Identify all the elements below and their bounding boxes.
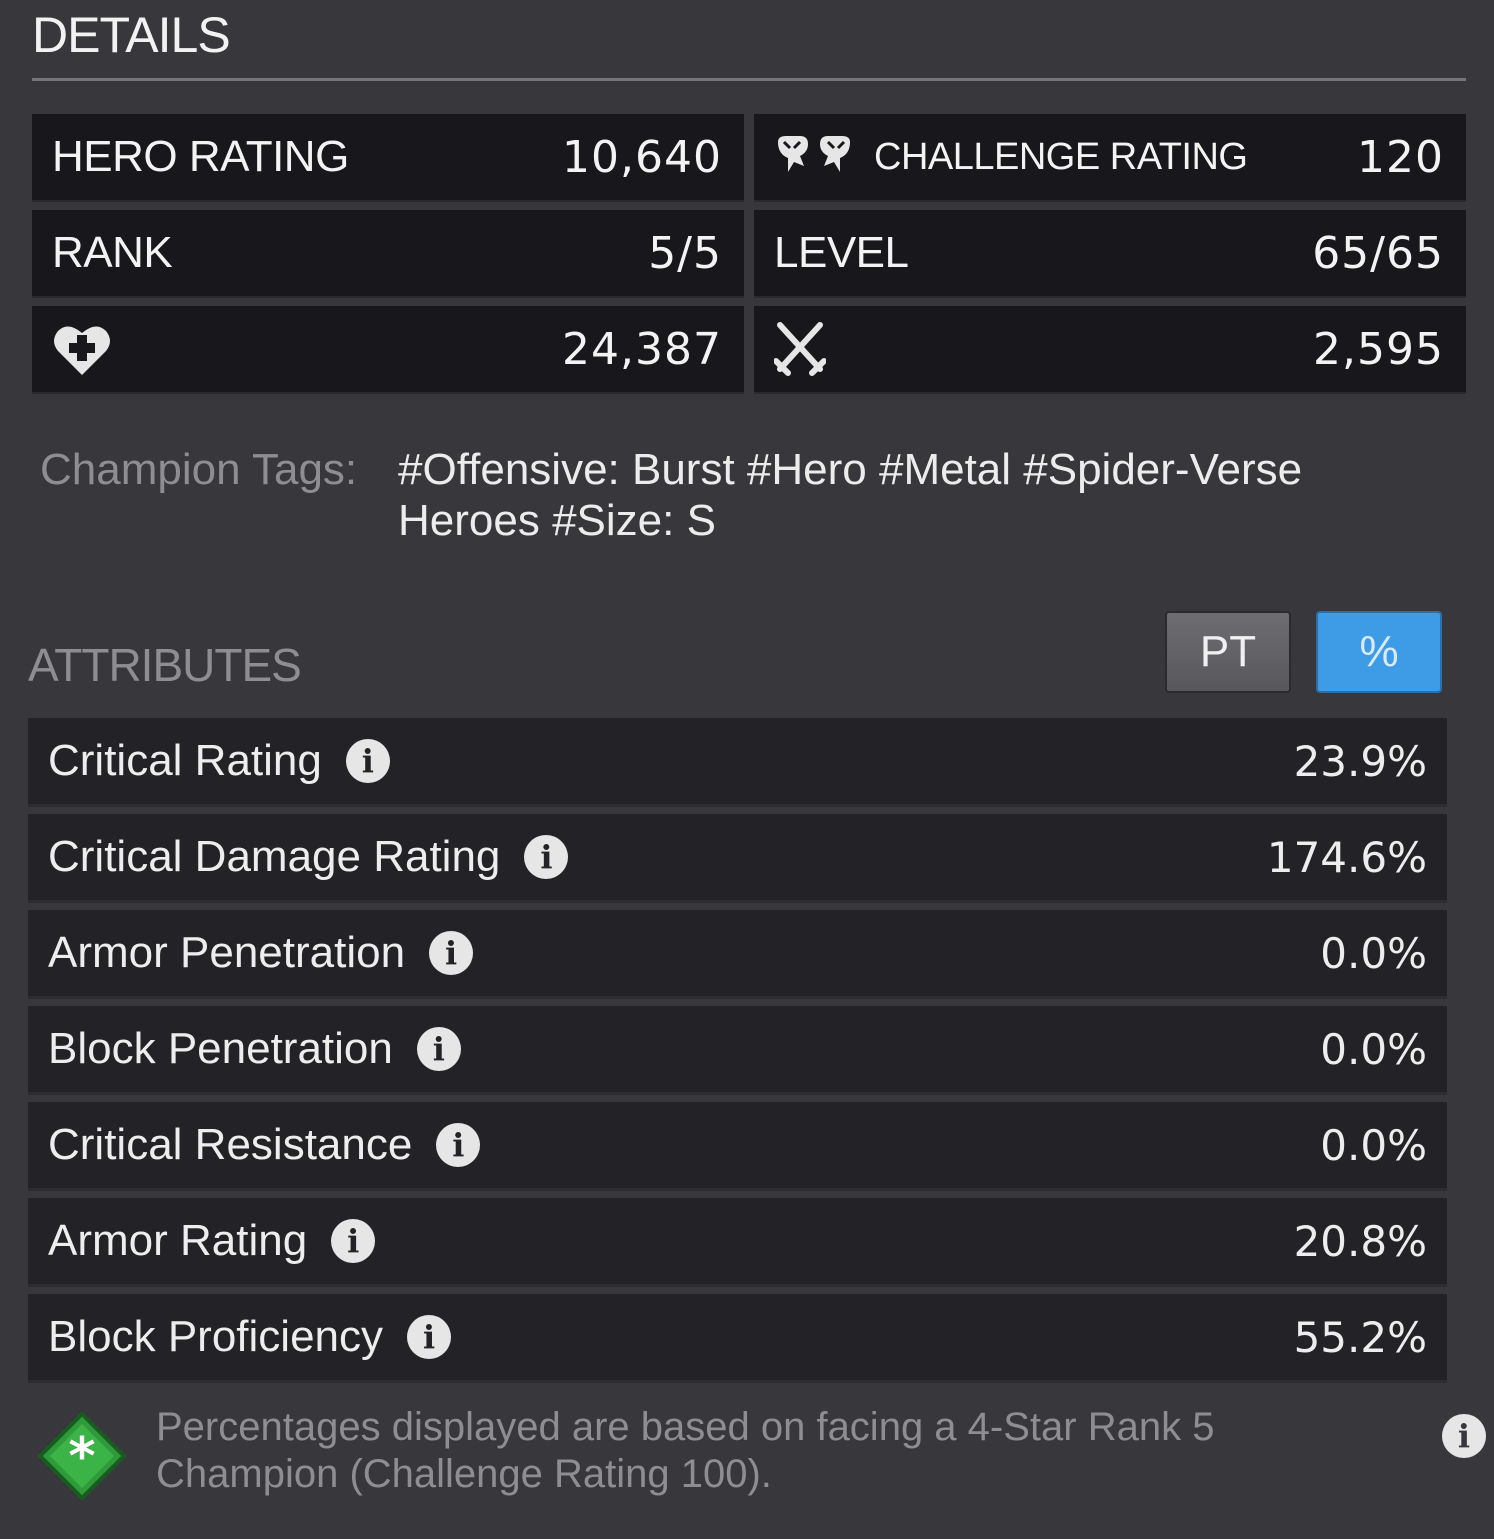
green-asterisk-diamond-icon: * (37, 1411, 127, 1501)
attributes-title: ATTRIBUTES (28, 639, 302, 691)
hero-rating-cell: HERO RATING 10,640 (32, 114, 744, 200)
info-icon[interactable]: i (524, 835, 569, 879)
attribute-name: Critical Resistance (48, 1120, 413, 1169)
title-divider (32, 78, 1466, 81)
hero-rating-value: 10,640 (562, 131, 722, 183)
level-cell: LEVEL 65/65 (754, 210, 1466, 296)
challenge-rating-value: 120 (1357, 131, 1444, 183)
attribute-name: Block Proficiency (48, 1312, 384, 1361)
pt-toggle-button[interactable]: PT (1165, 611, 1291, 693)
stats-grid: HERO RATING 10,640 CHALLENGE RATING 120 … (32, 114, 1466, 392)
attribute-name: Armor Rating (48, 1216, 308, 1265)
champion-tags: Champion Tags: #Offensive: Burst #Hero #… (40, 444, 1460, 546)
info-icon[interactable]: i (331, 1219, 376, 1263)
attribute-name: Critical Damage Rating (48, 832, 501, 881)
attribute-row: Armor Rating i 20.8% (28, 1198, 1447, 1284)
attribute-value: 23.9% (1293, 736, 1427, 786)
footnote-info-icon[interactable]: i (1442, 1414, 1486, 1458)
attribute-value: 55.2% (1293, 1312, 1427, 1362)
percent-toggle-button[interactable]: % (1316, 611, 1442, 693)
attribute-value: 0.0% (1320, 1024, 1427, 1074)
challenge-rating-label: CHALLENGE RATING (874, 135, 1248, 178)
attribute-name-group: Block Proficiency i (48, 1312, 452, 1362)
health-heart-icon (54, 326, 110, 375)
attribute-row: Critical Rating i 23.9% (28, 718, 1447, 804)
rank-label: RANK (52, 228, 173, 277)
attribute-name-group: Armor Penetration i (48, 928, 474, 978)
health-cell: 24,387 (32, 306, 744, 392)
attribute-row: Armor Penetration i 0.0% (28, 910, 1447, 996)
crossed-swords-icon (774, 322, 826, 376)
attribute-name-group: Critical Resistance i (48, 1120, 481, 1170)
info-icon[interactable]: i (429, 931, 474, 975)
info-icon[interactable]: i (407, 1315, 452, 1359)
attribute-row: Critical Damage Rating i 174.6% (28, 814, 1447, 900)
info-icon[interactable]: i (345, 739, 390, 783)
attribute-value: 174.6% (1266, 832, 1427, 882)
attribute-name: Critical Rating (48, 736, 322, 785)
attribute-name-group: Critical Rating i (48, 736, 390, 786)
rank-cell: RANK 5/5 (32, 210, 744, 296)
info-icon[interactable]: i (416, 1027, 461, 1071)
challenge-rating-icon (778, 136, 850, 172)
champion-tags-label: Champion Tags: (40, 445, 358, 494)
attribute-value: 0.0% (1320, 928, 1427, 978)
champion-tags-value: #Offensive: Burst #Hero #Metal #Spider-V… (398, 445, 1303, 545)
attribute-name-group: Armor Rating i (48, 1216, 376, 1266)
attribute-value: 20.8% (1293, 1216, 1427, 1266)
page-title: DETAILS (32, 7, 231, 63)
svg-text:*: * (68, 1427, 95, 1487)
rank-value: 5/5 (648, 227, 722, 279)
attribute-name-group: Block Penetration i (48, 1024, 461, 1074)
attack-cell: 2,595 (754, 306, 1466, 392)
attribute-name: Block Penetration (48, 1024, 393, 1073)
level-label: LEVEL (774, 228, 909, 277)
health-value: 24,387 (562, 323, 722, 375)
footnote-text: Percentages displayed are based on facin… (156, 1405, 1215, 1496)
attributes-list: Critical Rating i 23.9% Critical Damage Rat… (28, 718, 1447, 1390)
attribute-row: Critical Resistance i 0.0% (28, 1102, 1447, 1188)
challenge-rating-cell: CHALLENGE RATING 120 (754, 114, 1466, 200)
info-icon[interactable]: i (436, 1123, 481, 1167)
attribute-row: Block Proficiency i 55.2% (28, 1294, 1447, 1380)
attribute-name-group: Critical Damage Rating i (48, 832, 569, 882)
attribute-name: Armor Penetration (48, 928, 406, 977)
hero-rating-label: HERO RATING (52, 132, 349, 181)
attribute-row: Block Penetration i 0.0% (28, 1006, 1447, 1092)
attack-value: 2,595 (1313, 323, 1444, 375)
attribute-value: 0.0% (1320, 1120, 1427, 1170)
footnote: * Percentages displayed are based on fac… (36, 1404, 1486, 1502)
level-value: 65/65 (1312, 227, 1444, 279)
